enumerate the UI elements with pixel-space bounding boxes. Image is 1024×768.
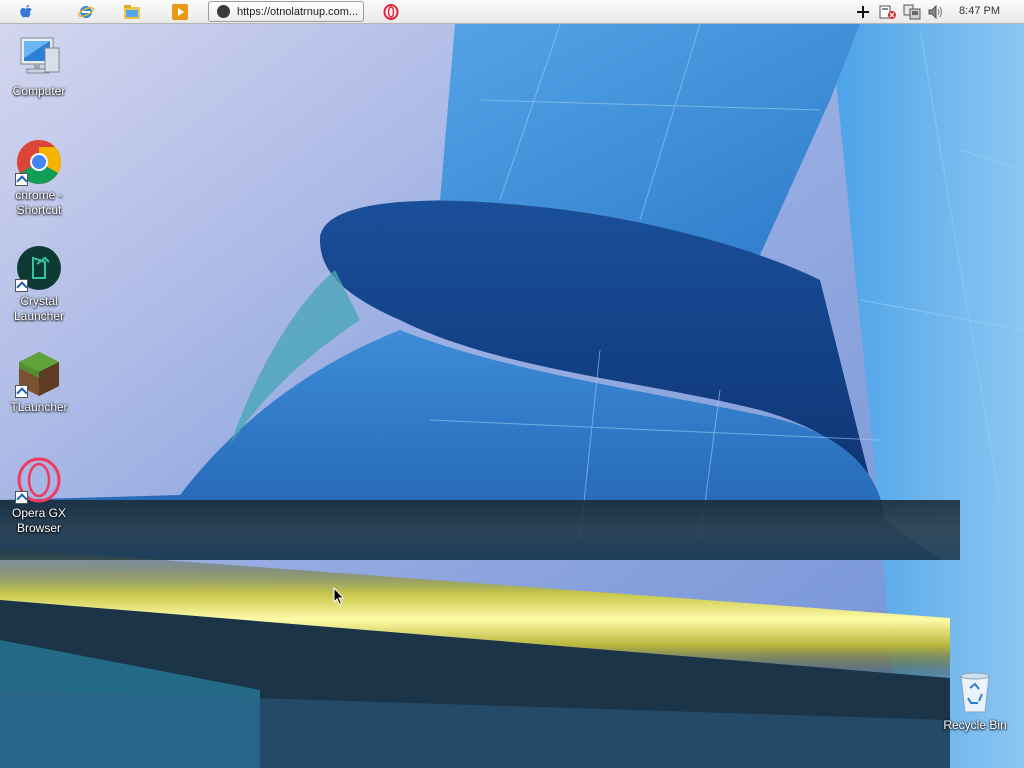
apple-icon[interactable] [18,3,36,21]
media-player-icon[interactable] [171,3,189,21]
add-icon[interactable] [854,3,872,21]
desktop-icon-tlauncher[interactable]: TLauncher [0,350,78,415]
clock: 8:47 PM [959,5,1000,17]
desktop-icon-label: Crystal Launcher [13,294,65,323]
internet-explorer-icon[interactable] [77,3,95,21]
computer-icon [15,34,63,82]
site-favicon-icon [217,5,230,18]
mouse-cursor-icon [333,587,345,606]
tab-url: https://otnolatrnup.com... [237,5,359,18]
desktop: https://otnolatrnup.com... 8:47 PM Compu… [0,0,1024,768]
shortcut-arrow-icon [15,385,28,398]
browser-tab[interactable]: https://otnolatrnup.com... [208,1,364,22]
tlauncher-icon [15,350,63,398]
desktop-icon-label: Computer [12,84,66,98]
desktop-icon-label: chrome - Shortcut [15,188,63,217]
recycle-bin-icon [951,668,999,716]
chrome-icon [15,138,63,186]
desktop-icon-computer[interactable]: Computer [0,34,78,99]
opera-gx-icon [15,456,63,504]
crystal-launcher-icon [15,244,63,292]
shortcut-arrow-icon [15,491,28,504]
file-explorer-icon[interactable] [123,3,141,21]
opera-icon[interactable] [382,3,400,21]
network-error-icon[interactable] [879,3,897,21]
shortcut-arrow-icon [15,173,28,186]
wallpaper [0,0,1024,768]
volume-icon[interactable] [927,3,945,21]
desktop-icon-recycle-bin[interactable]: Recycle Bin [936,668,1014,733]
desktop-icon-label: Opera GX Browser [11,506,67,535]
network-icon[interactable] [903,3,921,21]
desktop-icon-opera-gx[interactable]: Opera GX Browser [0,456,78,536]
desktop-icon-chrome[interactable]: chrome - Shortcut [0,138,78,218]
shortcut-arrow-icon [15,279,28,292]
top-taskbar: https://otnolatrnup.com... 8:47 PM [0,0,1024,24]
desktop-icon-label: TLauncher [10,400,68,414]
desktop-icon-label: Recycle Bin [943,718,1007,732]
desktop-icon-crystal-launcher[interactable]: Crystal Launcher [0,244,78,324]
